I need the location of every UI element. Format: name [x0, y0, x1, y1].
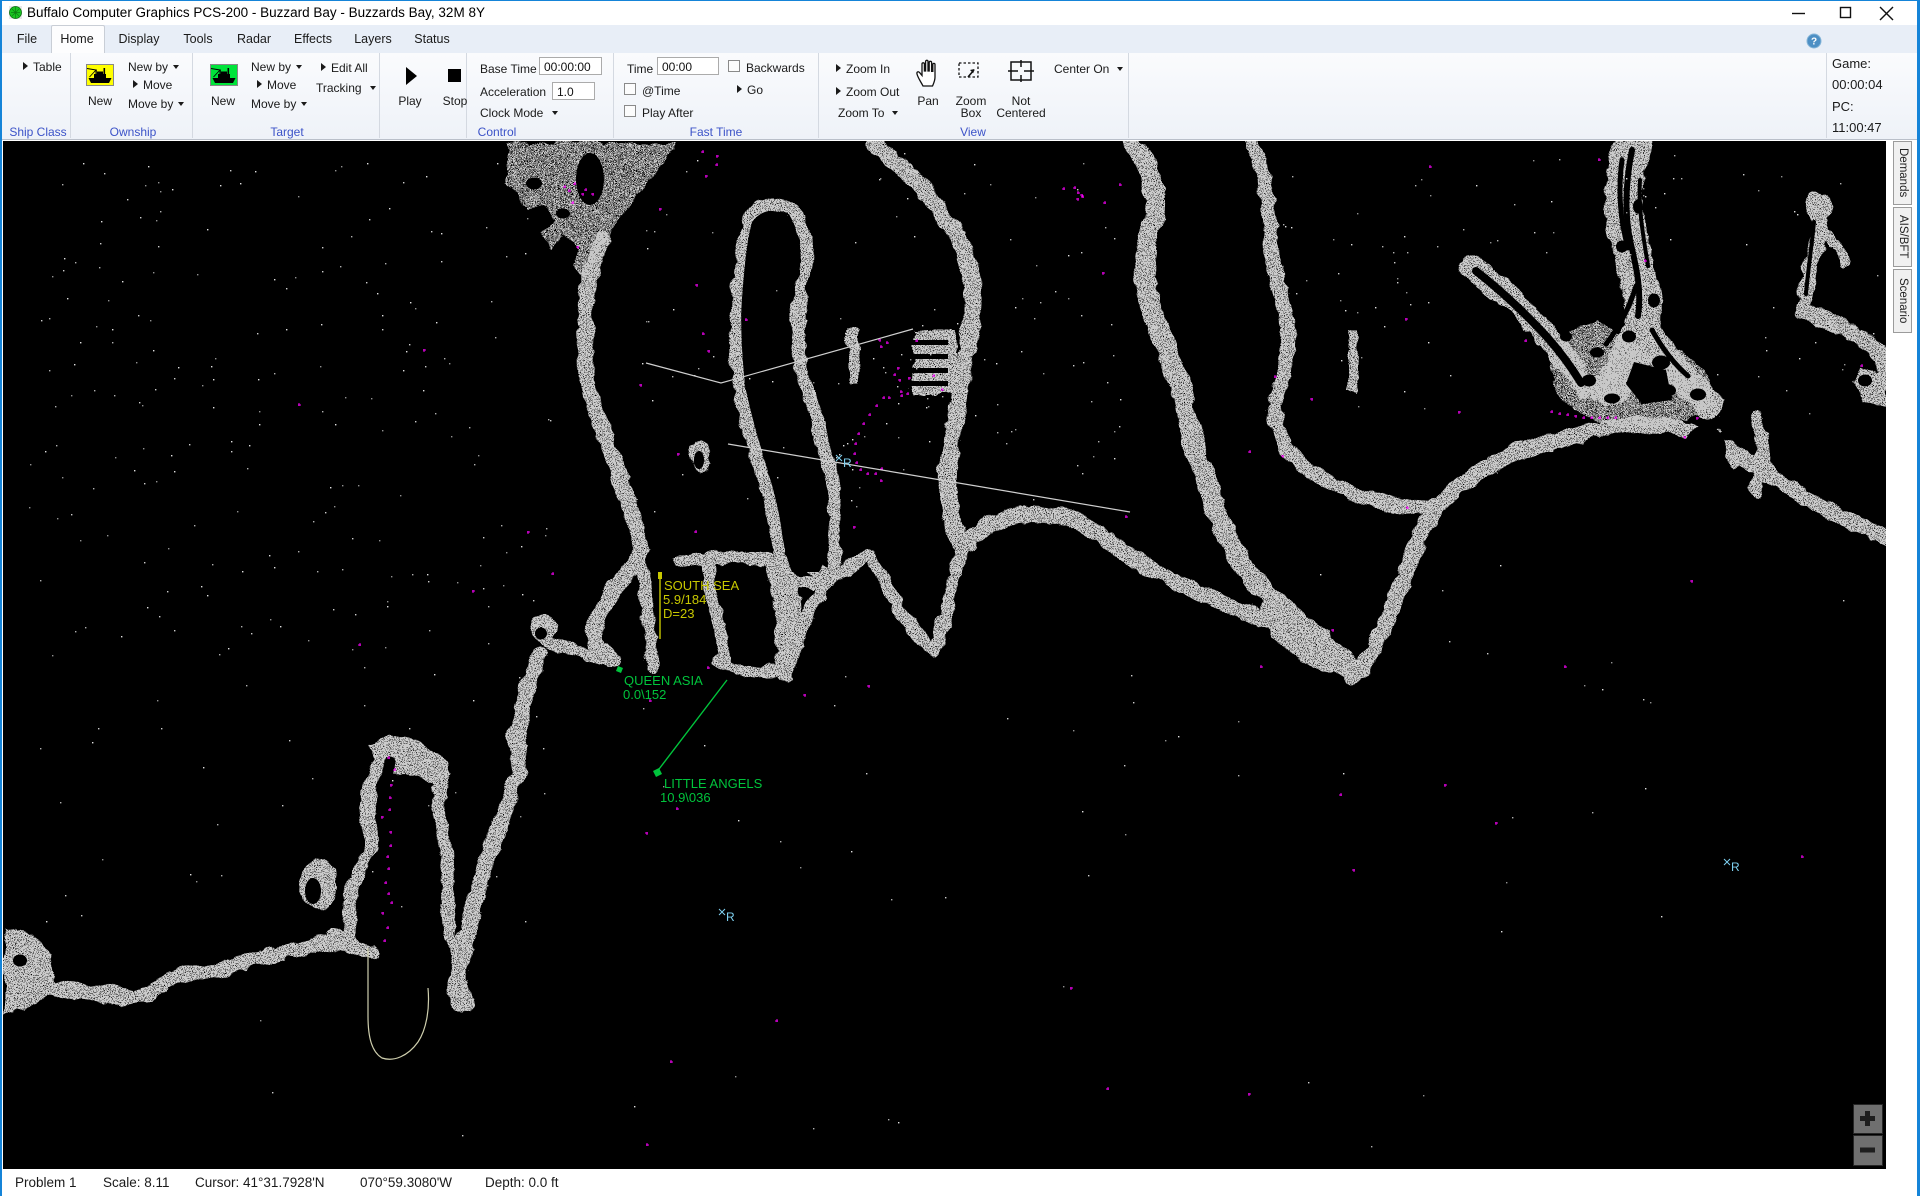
svg-text:0.0\152: 0.0\152 [623, 687, 666, 702]
svg-text:10.9\036: 10.9\036 [660, 790, 711, 805]
svg-text:R: R [1731, 860, 1740, 874]
svg-text:5.9/184: 5.9/184 [663, 592, 706, 607]
svg-text:R: R [843, 456, 852, 470]
svg-text:QUEEN ASIA: QUEEN ASIA [624, 673, 703, 688]
svg-text:LITTLE ANGELS: LITTLE ANGELS [664, 776, 763, 791]
svg-text:R: R [726, 910, 735, 924]
svg-text:D=23: D=23 [663, 606, 694, 621]
svg-text:?: ? [1811, 37, 1817, 48]
svg-text:SOUTH SEA: SOUTH SEA [664, 578, 739, 593]
